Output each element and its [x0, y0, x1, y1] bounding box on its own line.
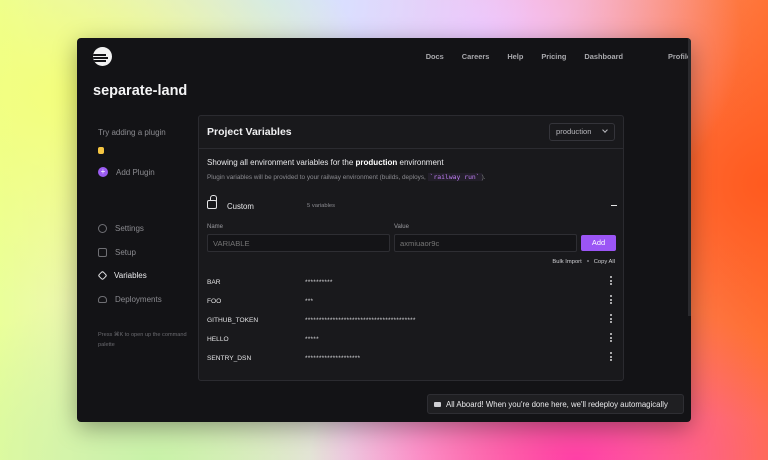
group-name: Custom	[227, 202, 254, 211]
nav-pricing[interactable]: Pricing	[541, 52, 566, 61]
variable-key: FOO	[207, 298, 222, 305]
table-row: BAR **********	[207, 273, 617, 292]
add-plugin-button[interactable]: + Add Plugin	[98, 167, 155, 177]
toast-text: All Aboard! When you're done here, we'll…	[446, 399, 668, 409]
table-row: GITHUB_TOKEN ***************************…	[207, 311, 617, 330]
variable-name-input[interactable]	[207, 234, 390, 252]
variable-value[interactable]: ****************************************	[305, 317, 416, 324]
add-plugin-label: Add Plugin	[116, 167, 155, 177]
variable-key: SENTRY_DSN	[207, 355, 252, 362]
project-title: separate-land	[93, 83, 188, 99]
more-options-icon[interactable]	[610, 276, 612, 286]
table-row: FOO ***	[207, 292, 617, 311]
cloud-icon	[98, 295, 107, 303]
nav-docs[interactable]: Docs	[426, 52, 444, 61]
variable-key: HELLO	[207, 336, 229, 343]
cube-icon	[97, 270, 108, 281]
variable-value-input[interactable]	[394, 234, 577, 252]
variable-value[interactable]: ***	[305, 298, 313, 305]
table-row: SENTRY_DSN ********************	[207, 349, 617, 368]
lock-icon	[207, 195, 217, 209]
copy-all-link[interactable]: Copy All	[594, 259, 615, 265]
variable-key: GITHUB_TOKEN	[207, 317, 259, 324]
chevron-down-icon	[602, 127, 608, 133]
sidebar-item-label: Settings	[115, 224, 144, 234]
environment-select[interactable]: production	[549, 123, 615, 141]
bulk-import-link[interactable]: Bulk Import	[552, 259, 581, 265]
environment-value: production	[556, 127, 592, 136]
nav-careers[interactable]: Careers	[462, 52, 490, 61]
panel-title: Project Variables	[207, 126, 292, 138]
sidebar-item-setup[interactable]: Setup	[98, 241, 162, 265]
sidebar-menu: Settings Setup Variables Deployments	[97, 217, 162, 312]
sidebar-item-label: Setup	[115, 247, 136, 257]
variable-value[interactable]: *****	[305, 336, 319, 343]
table-row: HELLO *****	[207, 330, 617, 349]
sidebar: Try adding a plugin + Add Plugin Setting…	[97, 128, 198, 348]
collapse-icon[interactable]	[611, 205, 617, 207]
sidebar-item-variables[interactable]: Variables	[97, 264, 162, 288]
gear-icon	[98, 224, 107, 234]
sidebar-item-deployments[interactable]: Deployments	[98, 288, 162, 312]
plus-icon: +	[98, 167, 108, 177]
variable-group-header[interactable]: Custom 5 variables	[207, 195, 617, 214]
top-nav: Docs Careers Help Pricing Dashboard Prof…	[408, 52, 691, 61]
add-variable-button[interactable]: Add	[581, 235, 616, 251]
value-label: Value	[394, 224, 409, 230]
more-options-icon[interactable]	[610, 314, 612, 324]
command-palette-hint: Press ⌘K to open up the command palette	[98, 332, 187, 348]
scrollbar[interactable]	[688, 38, 691, 316]
nav-help[interactable]: Help	[507, 52, 523, 61]
panel-header: Project Variables production	[199, 116, 623, 149]
variable-actions: Bulk Import Copy All	[552, 259, 615, 265]
train-icon	[434, 401, 441, 407]
panel-subdescription: Plugin variables will be provided to you…	[207, 173, 486, 181]
name-label: Name	[207, 224, 224, 230]
pointing-hand-icon	[98, 147, 104, 154]
sidebar-item-label: Deployments	[115, 294, 162, 304]
more-options-icon[interactable]	[610, 295, 612, 305]
variable-key: BAR	[207, 279, 221, 286]
app-window: Docs Careers Help Pricing Dashboard Prof…	[77, 38, 691, 422]
sidebar-item-label: Variables	[114, 271, 147, 281]
variable-count: 5 variables	[307, 203, 336, 209]
more-options-icon[interactable]	[610, 352, 612, 362]
more-options-icon[interactable]	[610, 333, 612, 343]
redeploy-toast: All Aboard! When you're done here, we'll…	[427, 394, 684, 414]
railway-logo[interactable]	[93, 47, 112, 66]
variables-panel: Project Variables production Showing all…	[198, 115, 624, 381]
variable-value[interactable]: ********************	[305, 355, 360, 362]
nav-dashboard[interactable]: Dashboard	[584, 52, 623, 61]
sidebar-item-settings[interactable]: Settings	[98, 217, 162, 241]
panel-description: Showing all environment variables for th…	[207, 158, 444, 167]
plugin-hint: Try adding a plugin	[98, 128, 166, 137]
variables-list: BAR ********** FOO *** GITHUB_TOKEN ****…	[207, 273, 617, 368]
book-icon	[98, 247, 107, 257]
variable-value[interactable]: **********	[305, 279, 333, 286]
